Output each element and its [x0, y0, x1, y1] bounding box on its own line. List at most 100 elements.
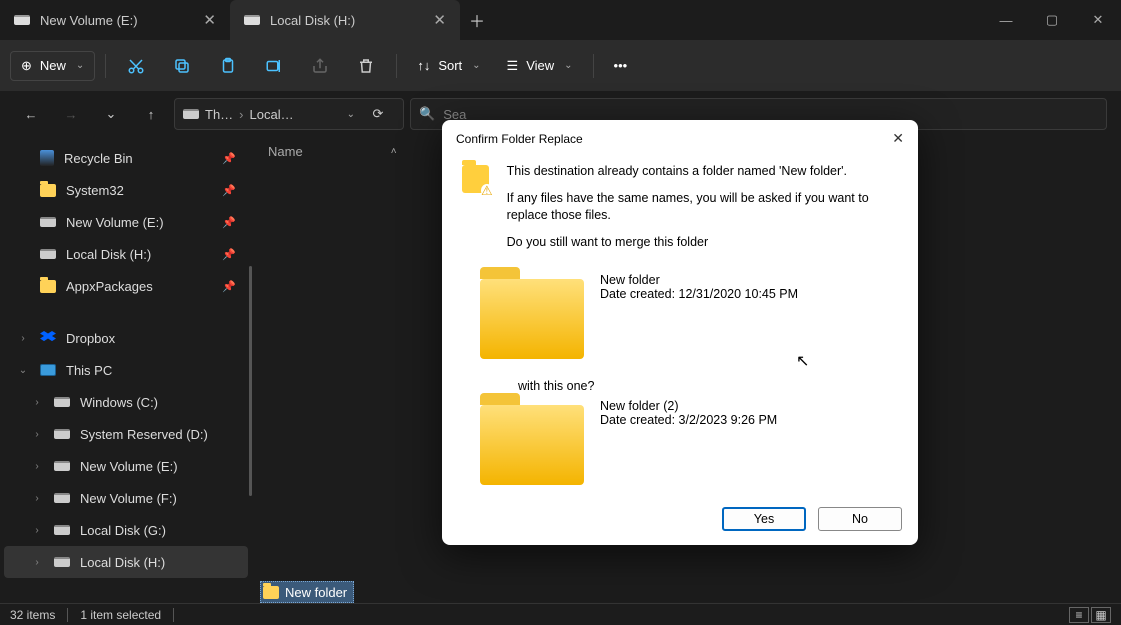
- share-button[interactable]: [300, 48, 340, 84]
- up-button[interactable]: ↑: [134, 97, 168, 131]
- dialog-close-button[interactable]: ✕: [892, 130, 904, 147]
- dialog-text: This destination already contains a fold…: [507, 163, 898, 180]
- file-row-selected[interactable]: New folder: [260, 581, 354, 603]
- icons-view-button[interactable]: ▦: [1091, 607, 1111, 623]
- sidebar-item-recycle-bin[interactable]: Recycle Bin📌: [0, 142, 252, 174]
- view-button[interactable]: ☰ View ⌄: [497, 52, 583, 80]
- chevron-right-icon[interactable]: ›: [30, 429, 44, 440]
- drive-icon: [54, 493, 70, 503]
- sidebar-item-windows-c[interactable]: ›Windows (C:): [0, 386, 252, 418]
- drive-icon: [54, 557, 70, 567]
- dest-folder-name[interactable]: New folder: [600, 273, 798, 287]
- sort-button[interactable]: ↑↓ Sort ⌄: [407, 52, 490, 79]
- sort-icon: ↑↓: [417, 58, 430, 73]
- new-label: New: [40, 58, 66, 73]
- sidebar-item-dropbox[interactable]: ›Dropbox: [0, 322, 252, 354]
- src-folder-date: Date created: 3/2/2023 9:26 PM: [600, 413, 777, 427]
- delete-button[interactable]: [346, 48, 386, 84]
- sidebar-item-appxpackages[interactable]: AppxPackages 📌: [0, 270, 252, 302]
- toolbar: ⊕ New ⌄ ↑↓ Sort ⌄ ☰ View ⌄ •••: [0, 40, 1121, 92]
- chevron-down-icon[interactable]: ⌄: [16, 365, 30, 376]
- sort-label: Sort: [438, 58, 462, 73]
- status-selected: 1 item selected: [80, 608, 161, 622]
- folder-icon[interactable]: [480, 279, 584, 359]
- search-icon: 🔍: [419, 106, 435, 122]
- refresh-button[interactable]: ⟳: [361, 106, 395, 122]
- window-controls: — ▢ ✕: [983, 0, 1121, 40]
- sidebar-item-label: Local Disk (H:): [66, 247, 151, 262]
- sidebar-item-local-disk-h[interactable]: Local Disk (H:) 📌: [0, 238, 252, 270]
- recent-button[interactable]: ⌄: [94, 97, 128, 131]
- chevron-right-icon[interactable]: ›: [30, 525, 44, 536]
- sidebar-item-local-disk-g[interactable]: › Local Disk (G:): [0, 514, 252, 546]
- confirm-folder-replace-dialog: Confirm Folder Replace ✕ This destinatio…: [442, 120, 918, 545]
- pin-icon[interactable]: 📌: [222, 280, 236, 293]
- drive-icon: [14, 15, 30, 25]
- cut-button[interactable]: [116, 48, 156, 84]
- maximize-button[interactable]: ▢: [1029, 0, 1075, 40]
- sidebar-item-label: Local Disk (G:): [80, 523, 166, 538]
- paste-button[interactable]: [208, 48, 248, 84]
- pin-icon[interactable]: 📌: [222, 184, 236, 197]
- sidebar-item-new-volume-e-tree[interactable]: › New Volume (E:): [0, 450, 252, 482]
- copy-button[interactable]: [162, 48, 202, 84]
- new-button[interactable]: ⊕ New ⌄: [10, 51, 95, 81]
- chevron-down-icon[interactable]: ⌄: [347, 109, 355, 120]
- back-button[interactable]: ←: [14, 97, 48, 131]
- more-button[interactable]: •••: [604, 52, 638, 79]
- folder-icon[interactable]: [480, 405, 584, 485]
- pin-icon[interactable]: 📌: [222, 248, 236, 261]
- minimize-button[interactable]: —: [983, 0, 1029, 40]
- drive-icon: [183, 109, 199, 119]
- chevron-right-icon[interactable]: ›: [30, 397, 44, 408]
- new-tab-button[interactable]: ＋: [460, 8, 494, 32]
- sidebar-item-system-reserved-d[interactable]: ›System Reserved (D:): [0, 418, 252, 450]
- button-label: Yes: [754, 512, 774, 526]
- chevron-right-icon[interactable]: ›: [30, 461, 44, 472]
- tab-local-disk-h[interactable]: Local Disk (H:) ✕: [230, 0, 460, 40]
- plus-icon: ⊕: [21, 58, 32, 74]
- close-window-button[interactable]: ✕: [1075, 0, 1121, 40]
- tab-new-volume-e[interactable]: New Volume (E:) ✕: [0, 0, 230, 40]
- chevron-right-icon[interactable]: ›: [30, 493, 44, 504]
- folder-warning-icon: [462, 165, 489, 193]
- folder-icon: [40, 280, 56, 293]
- dropbox-icon: [40, 331, 56, 345]
- drive-icon: [244, 15, 260, 25]
- sidebar-item-label: System32: [66, 183, 124, 198]
- status-items: 32 items: [10, 608, 55, 622]
- drive-icon: [54, 397, 70, 407]
- chevron-right-icon[interactable]: ›: [30, 557, 44, 568]
- details-view-button[interactable]: ≡: [1069, 607, 1089, 623]
- no-button[interactable]: No: [818, 507, 902, 531]
- folder-icon: [40, 184, 56, 197]
- breadcrumb[interactable]: Th… › Local… ⌄ ⟳: [174, 98, 404, 130]
- drive-icon: [40, 217, 56, 227]
- sidebar-item-new-volume-e[interactable]: New Volume (E:)📌: [0, 206, 252, 238]
- sidebar-item-local-disk-h-tree[interactable]: ›Local Disk (H:): [4, 546, 248, 578]
- sidebar-item-new-volume-f[interactable]: › New Volume (F:): [0, 482, 252, 514]
- close-tab-icon[interactable]: ✕: [203, 11, 216, 29]
- chevron-down-icon: ⌄: [564, 60, 572, 71]
- chevron-down-icon: ⌄: [472, 60, 480, 71]
- close-tab-icon[interactable]: ✕: [433, 11, 446, 29]
- sidebar-item-system32[interactable]: System32 📌: [0, 174, 252, 206]
- src-folder-name[interactable]: New folder (2): [600, 399, 777, 413]
- view-toggle: ≡ ▦: [1069, 607, 1111, 623]
- tab-label: Local Disk (H:): [270, 13, 355, 28]
- pin-icon[interactable]: 📌: [222, 152, 236, 165]
- dialog-text: with this one?: [518, 379, 898, 393]
- sidebar-item-this-pc[interactable]: ⌄This PC: [0, 354, 252, 386]
- yes-button[interactable]: Yes: [722, 507, 806, 531]
- recycle-bin-icon: [40, 150, 54, 166]
- file-name: New folder: [285, 585, 347, 600]
- pc-icon: [40, 364, 56, 376]
- sidebar-item-label: New Volume (E:): [80, 459, 178, 474]
- sidebar-item-label: New Volume (F:): [80, 491, 177, 506]
- rename-button[interactable]: [254, 48, 294, 84]
- chevron-right-icon[interactable]: ›: [16, 333, 30, 344]
- view-label: View: [526, 58, 554, 73]
- forward-button[interactable]: →: [54, 97, 88, 131]
- sidebar-item-label: AppxPackages: [66, 279, 153, 294]
- pin-icon[interactable]: 📌: [222, 216, 236, 229]
